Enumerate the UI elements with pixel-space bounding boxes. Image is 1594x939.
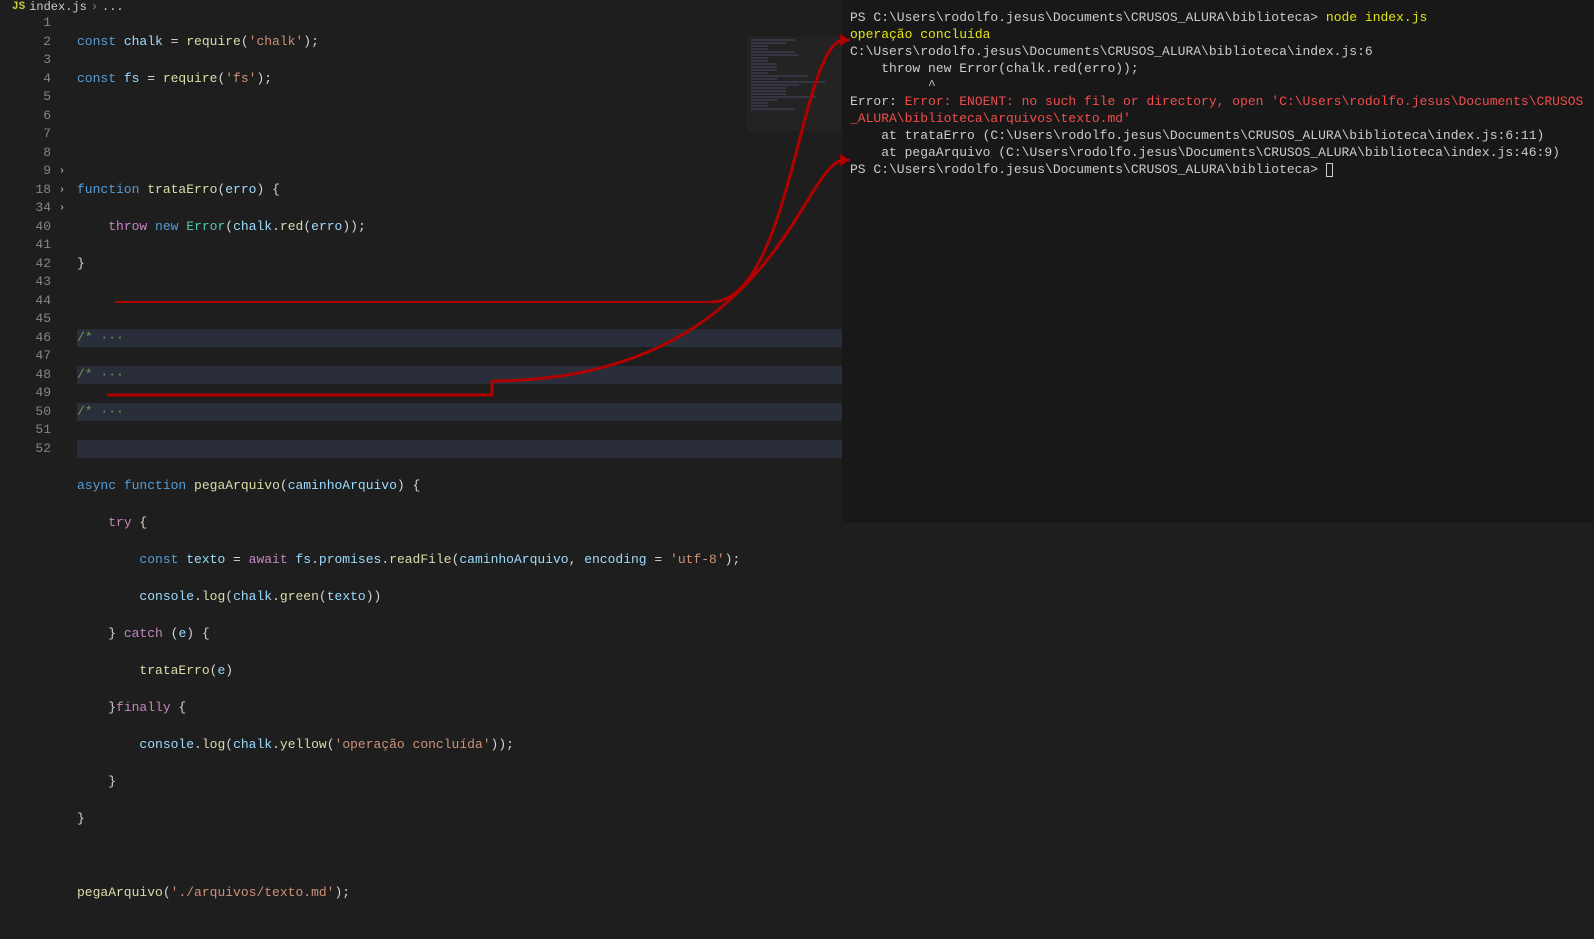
- folded-region[interactable]: /* ···: [77, 329, 842, 348]
- line-number: 1: [0, 14, 51, 33]
- folded-region[interactable]: /* ···: [77, 366, 842, 385]
- js-icon: JS: [12, 1, 25, 13]
- terminal-pane[interactable]: PS C:\Users\rodolfo.jesus\Documents\CRUS…: [842, 0, 1594, 523]
- editor-pane: JS index.js › ... 1 2 3 4 5 6 7 8 9› 18›…: [0, 0, 842, 523]
- terminal-line[interactable]: PS C:\Users\rodolfo.jesus\Documents\CRUS…: [850, 10, 1586, 27]
- line-number: 7: [0, 125, 51, 144]
- code-line[interactable]: trataErro(e): [77, 662, 842, 681]
- line-number: 40: [0, 218, 51, 237]
- code-line[interactable]: function trataErro(erro) {: [77, 181, 842, 200]
- code-line[interactable]: const fs = require('fs');: [77, 70, 842, 89]
- code-line[interactable]: throw new Error(chalk.red(erro));: [77, 218, 842, 237]
- code-area[interactable]: const chalk = require('chalk'); const fs…: [55, 14, 842, 939]
- code-line[interactable]: } catch (e) {: [77, 625, 842, 644]
- code-line[interactable]: }: [77, 773, 842, 792]
- code-line[interactable]: pegaArquivo('./arquivos/texto.md');: [77, 884, 842, 903]
- chevron-right-icon[interactable]: ›: [59, 182, 65, 201]
- editor-body[interactable]: 1 2 3 4 5 6 7 8 9› 18› 34› 40 41 42 43 4…: [0, 14, 842, 939]
- line-number: 6: [0, 107, 51, 126]
- line-number: 9›: [0, 162, 51, 181]
- folded-region[interactable]: /* ···: [77, 403, 842, 422]
- terminal-cursor: [1326, 163, 1333, 177]
- code-line[interactable]: console.log(chalk.green(texto)): [77, 588, 842, 607]
- code-line[interactable]: const chalk = require('chalk');: [77, 33, 842, 52]
- chevron-right-icon[interactable]: ›: [59, 163, 65, 182]
- code-line[interactable]: [77, 107, 842, 126]
- terminal-line[interactable]: throw new Error(chalk.red(erro));: [850, 61, 1586, 78]
- code-line[interactable]: }: [77, 810, 842, 829]
- line-number: 52: [0, 440, 51, 459]
- terminal-line[interactable]: Error: Error: ENOENT: no such file or di…: [850, 94, 1586, 128]
- code-line[interactable]: }finally {: [77, 699, 842, 718]
- line-number: 42: [0, 255, 51, 274]
- code-line[interactable]: const texto = await fs.promises.readFile…: [77, 551, 842, 570]
- line-number-gutter: 1 2 3 4 5 6 7 8 9› 18› 34› 40 41 42 43 4…: [0, 14, 55, 939]
- line-number: 2: [0, 33, 51, 52]
- line-number: 45: [0, 310, 51, 329]
- code-line[interactable]: async function pegaArquivo(caminhoArquiv…: [77, 477, 842, 496]
- code-line[interactable]: console.log(chalk.yellow('operação concl…: [77, 736, 842, 755]
- terminal-line[interactable]: PS C:\Users\rodolfo.jesus\Documents\CRUS…: [850, 162, 1586, 179]
- line-number: 47: [0, 347, 51, 366]
- line-number: 51: [0, 421, 51, 440]
- terminal-line[interactable]: C:\Users\rodolfo.jesus\Documents\CRUSOS_…: [850, 44, 1586, 61]
- line-number: 43: [0, 273, 51, 292]
- code-line[interactable]: }: [77, 255, 842, 274]
- line-number: 4: [0, 70, 51, 89]
- line-number: 8: [0, 144, 51, 163]
- line-number: 18›: [0, 181, 51, 200]
- line-number: 5: [0, 88, 51, 107]
- breadcrumb-rest: ...: [102, 0, 124, 14]
- code-line[interactable]: [77, 440, 842, 459]
- terminal-line[interactable]: ^: [850, 78, 1586, 95]
- line-number: 34›: [0, 199, 51, 218]
- minimap[interactable]: [747, 36, 842, 131]
- code-line[interactable]: [77, 847, 842, 866]
- line-number: 46: [0, 329, 51, 348]
- terminal-line[interactable]: operação concluída: [850, 27, 1586, 44]
- breadcrumb-file[interactable]: index.js: [29, 0, 87, 14]
- breadcrumb-sep: ›: [91, 0, 98, 14]
- line-number: 3: [0, 51, 51, 70]
- terminal-line[interactable]: at pegaArquivo (C:\Users\rodolfo.jesus\D…: [850, 145, 1586, 162]
- code-line[interactable]: [77, 144, 842, 163]
- terminal-line[interactable]: at trataErro (C:\Users\rodolfo.jesus\Doc…: [850, 128, 1586, 145]
- line-number: 41: [0, 236, 51, 255]
- line-number: 49: [0, 384, 51, 403]
- code-line[interactable]: [77, 292, 842, 311]
- breadcrumb[interactable]: JS index.js › ...: [0, 0, 842, 14]
- line-number: 44: [0, 292, 51, 311]
- line-number: 48: [0, 366, 51, 385]
- line-number: 50: [0, 403, 51, 422]
- chevron-right-icon[interactable]: ›: [59, 200, 65, 219]
